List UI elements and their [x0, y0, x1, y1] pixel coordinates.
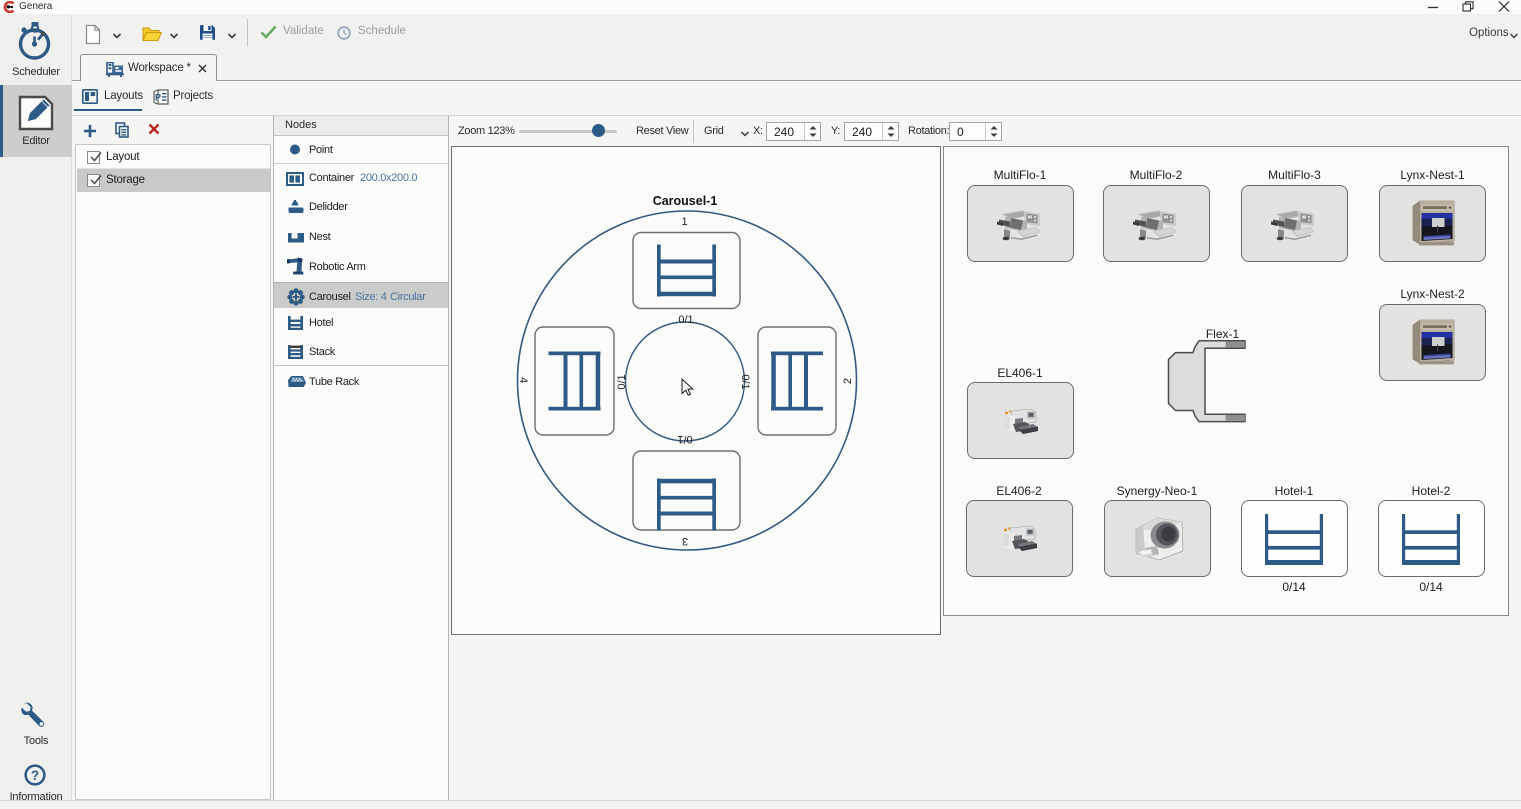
svg-text:0/1: 0/1: [739, 374, 751, 389]
svg-text:0/1: 0/1: [616, 374, 628, 389]
svg-text:0/1: 0/1: [677, 433, 692, 445]
svg-text:0/1: 0/1: [678, 314, 693, 326]
svg-text:P: P: [155, 93, 161, 103]
svg-text:?: ?: [31, 768, 39, 783]
svg-text:3: 3: [682, 535, 688, 547]
svg-text:2: 2: [842, 378, 854, 384]
svg-text:4: 4: [517, 377, 529, 383]
svg-text:1: 1: [681, 216, 687, 228]
svg-text:Carousel-1: Carousel-1: [653, 194, 718, 208]
